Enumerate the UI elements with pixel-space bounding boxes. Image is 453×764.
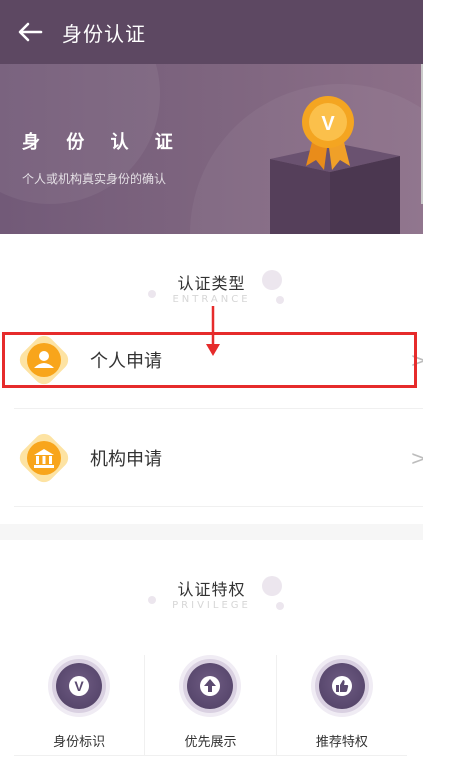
page-title: 身份认证 [62,21,146,46]
back-button[interactable] [10,12,50,52]
apply-personal-label: 个人申请 [90,351,162,372]
section-title: 认证特权 [177,580,246,599]
back-arrow-icon [18,22,43,42]
apply-personal-row[interactable]: 个人申请 > [14,312,437,409]
thumbs-up-icon [318,663,365,709]
section-title: 认证类型 [177,274,246,293]
privilege-grid: V 身份标识 优先展示 推荐特权 [14,655,407,756]
apply-institution-row[interactable]: 机构申请 > [14,410,437,507]
privilege-label: 身份标识 [53,735,106,750]
medal-icon: V [302,96,354,170]
page: 身份认证 身 份 认 证 个人或机构真实身份的确认 V 认证类型 ENTRANC… [0,0,453,764]
bank-icon [14,428,74,488]
svg-text:V: V [74,678,84,694]
svg-text:V: V [321,113,335,135]
hero-banner: 身 份 认 证 个人或机构真实身份的确认 V [0,64,423,234]
privilege-label: 推荐特权 [315,735,368,750]
section-header: 认证类型 ENTRANCE [0,234,423,314]
hero-title: 身 份 认 证 [22,132,183,153]
section-subtitle: PRIVILEGE [172,600,251,611]
privilege-label: 优先展示 [184,735,237,750]
privilege-item-recommend[interactable]: 推荐特权 [275,655,407,755]
section-header: 认证特权 PRIVILEGE [0,540,423,620]
right-gutter [423,0,453,764]
section-separator [0,524,423,540]
privilege-item-identity[interactable]: V 身份标识 [14,655,144,755]
privilege-item-priority[interactable]: 优先展示 [144,655,275,755]
section-subtitle: ENTRANCE [172,294,251,305]
v-badge-icon: V [56,663,103,709]
apply-institution-label: 机构申请 [90,449,162,470]
hero-subtitle: 个人或机构真实身份的确认 [22,172,167,186]
top-bar: 身份认证 [0,0,423,64]
person-icon [14,330,74,390]
up-arrow-icon [187,663,234,709]
